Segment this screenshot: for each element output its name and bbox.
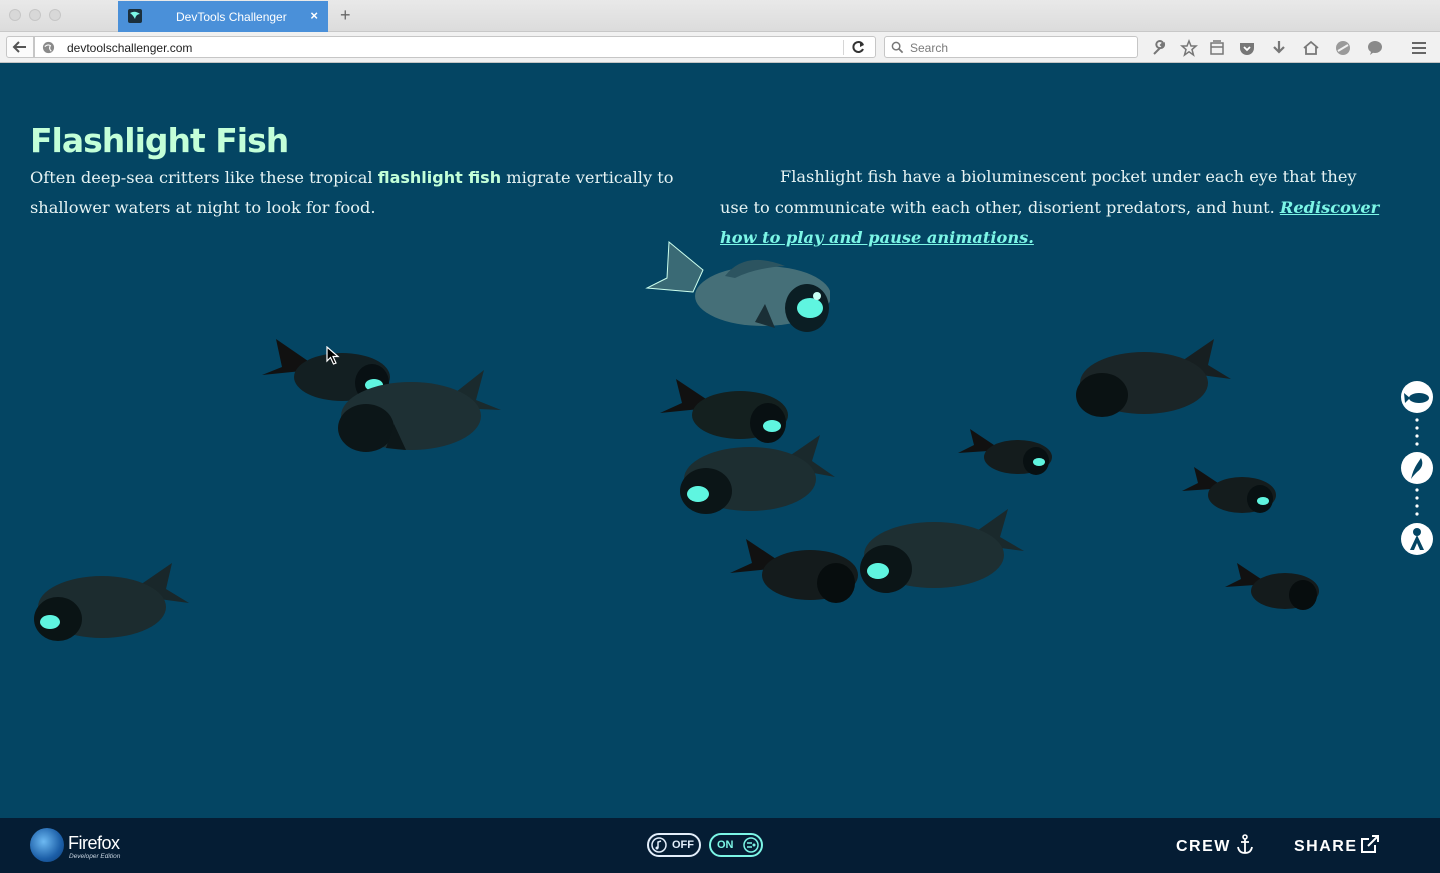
highlighted-fish[interactable] (645, 240, 830, 336)
new-tab-button[interactable]: + (340, 5, 351, 26)
fish-nav-icon[interactable] (1401, 381, 1433, 413)
nav-dots-divider (1415, 418, 1419, 446)
fish (338, 370, 501, 452)
music-note-icon (651, 837, 667, 853)
description-text: Flashlight fish have a bioluminescent po… (720, 167, 1357, 217)
browser-tab-bar: DevTools Challenger × + (0, 0, 1440, 32)
firefox-brand-name: Firefox (68, 833, 120, 853)
ocean-scene: Flashlight Fish Often deep-sea critters … (0, 63, 1440, 818)
share-link[interactable]: SHARE (1294, 838, 1358, 856)
crew-link[interactable]: CREW (1176, 838, 1231, 856)
menu-icon[interactable] (1410, 39, 1428, 57)
fish (860, 509, 1024, 593)
fish (958, 429, 1052, 475)
reload-icon[interactable] (851, 39, 867, 55)
search-bar[interactable]: Search (884, 36, 1138, 58)
devtools-favicon-icon (128, 9, 142, 23)
url-text[interactable]: devtoolschallenger.com (67, 41, 192, 55)
url-bar-divider (843, 40, 844, 55)
nav-dots-divider (1415, 488, 1419, 516)
diver-glyph-icon (1410, 528, 1424, 550)
library-icon[interactable] (1208, 39, 1226, 57)
tab-title: DevTools Challenger (176, 10, 287, 24)
pocket-icon[interactable] (1238, 39, 1256, 57)
fish (34, 563, 189, 641)
fish (1225, 563, 1319, 610)
page-title: Flashlight Fish (30, 121, 289, 160)
sound-toggle[interactable]: OFF (647, 833, 701, 857)
search-icon (891, 41, 904, 54)
firefox-logo[interactable] (30, 828, 64, 862)
mouse-pointer-icon (326, 346, 340, 365)
zoom-window-button[interactable] (49, 9, 61, 21)
minimize-window-button[interactable] (29, 9, 41, 21)
fish (1076, 339, 1231, 417)
download-icon[interactable] (1270, 39, 1288, 57)
intro-highlight: flashlight fish (377, 168, 502, 187)
url-bar[interactable]: devtoolschallenger.com (34, 36, 876, 58)
animation-toggle[interactable]: ON (709, 833, 763, 857)
sync-icon[interactable] (1334, 39, 1352, 57)
tab-close-button[interactable]: × (310, 8, 318, 23)
browser-nav-bar: devtoolschallenger.com Search (0, 32, 1440, 63)
site-identity-icon (42, 41, 55, 54)
site-footer: Firefox Developer Edition OFF ON CREW SH… (0, 818, 1440, 873)
fish (1182, 467, 1276, 513)
search-placeholder: Search (910, 41, 949, 55)
fish (680, 435, 835, 514)
squid-glyph-icon (1411, 458, 1423, 479)
sound-toggle-label: OFF (672, 839, 694, 851)
fish (730, 539, 858, 603)
squid-nav-icon[interactable] (1401, 452, 1433, 484)
close-window-button[interactable] (9, 9, 21, 21)
chat-icon[interactable] (1366, 39, 1384, 57)
back-arrow-icon (12, 41, 26, 53)
star-icon[interactable] (1180, 39, 1198, 57)
back-button[interactable] (6, 36, 34, 58)
wrench-icon[interactable] (1150, 39, 1168, 57)
external-link-icon[interactable] (1360, 834, 1380, 854)
diver-nav-icon[interactable] (1401, 523, 1433, 555)
fish-glyph-icon (1404, 393, 1429, 403)
browser-tab-active[interactable]: DevTools Challenger × (118, 1, 328, 32)
intro-paragraph: Often deep-sea critters like these tropi… (30, 163, 700, 223)
anchor-icon[interactable] (1236, 834, 1254, 856)
motion-icon (743, 837, 759, 853)
firefox-edition-label: Developer Edition (69, 853, 121, 860)
intro-text-start: Often deep-sea critters like these tropi… (30, 168, 378, 187)
depth-navigation (1401, 381, 1435, 557)
home-icon[interactable] (1302, 39, 1320, 57)
animation-toggle-label: ON (717, 839, 734, 851)
